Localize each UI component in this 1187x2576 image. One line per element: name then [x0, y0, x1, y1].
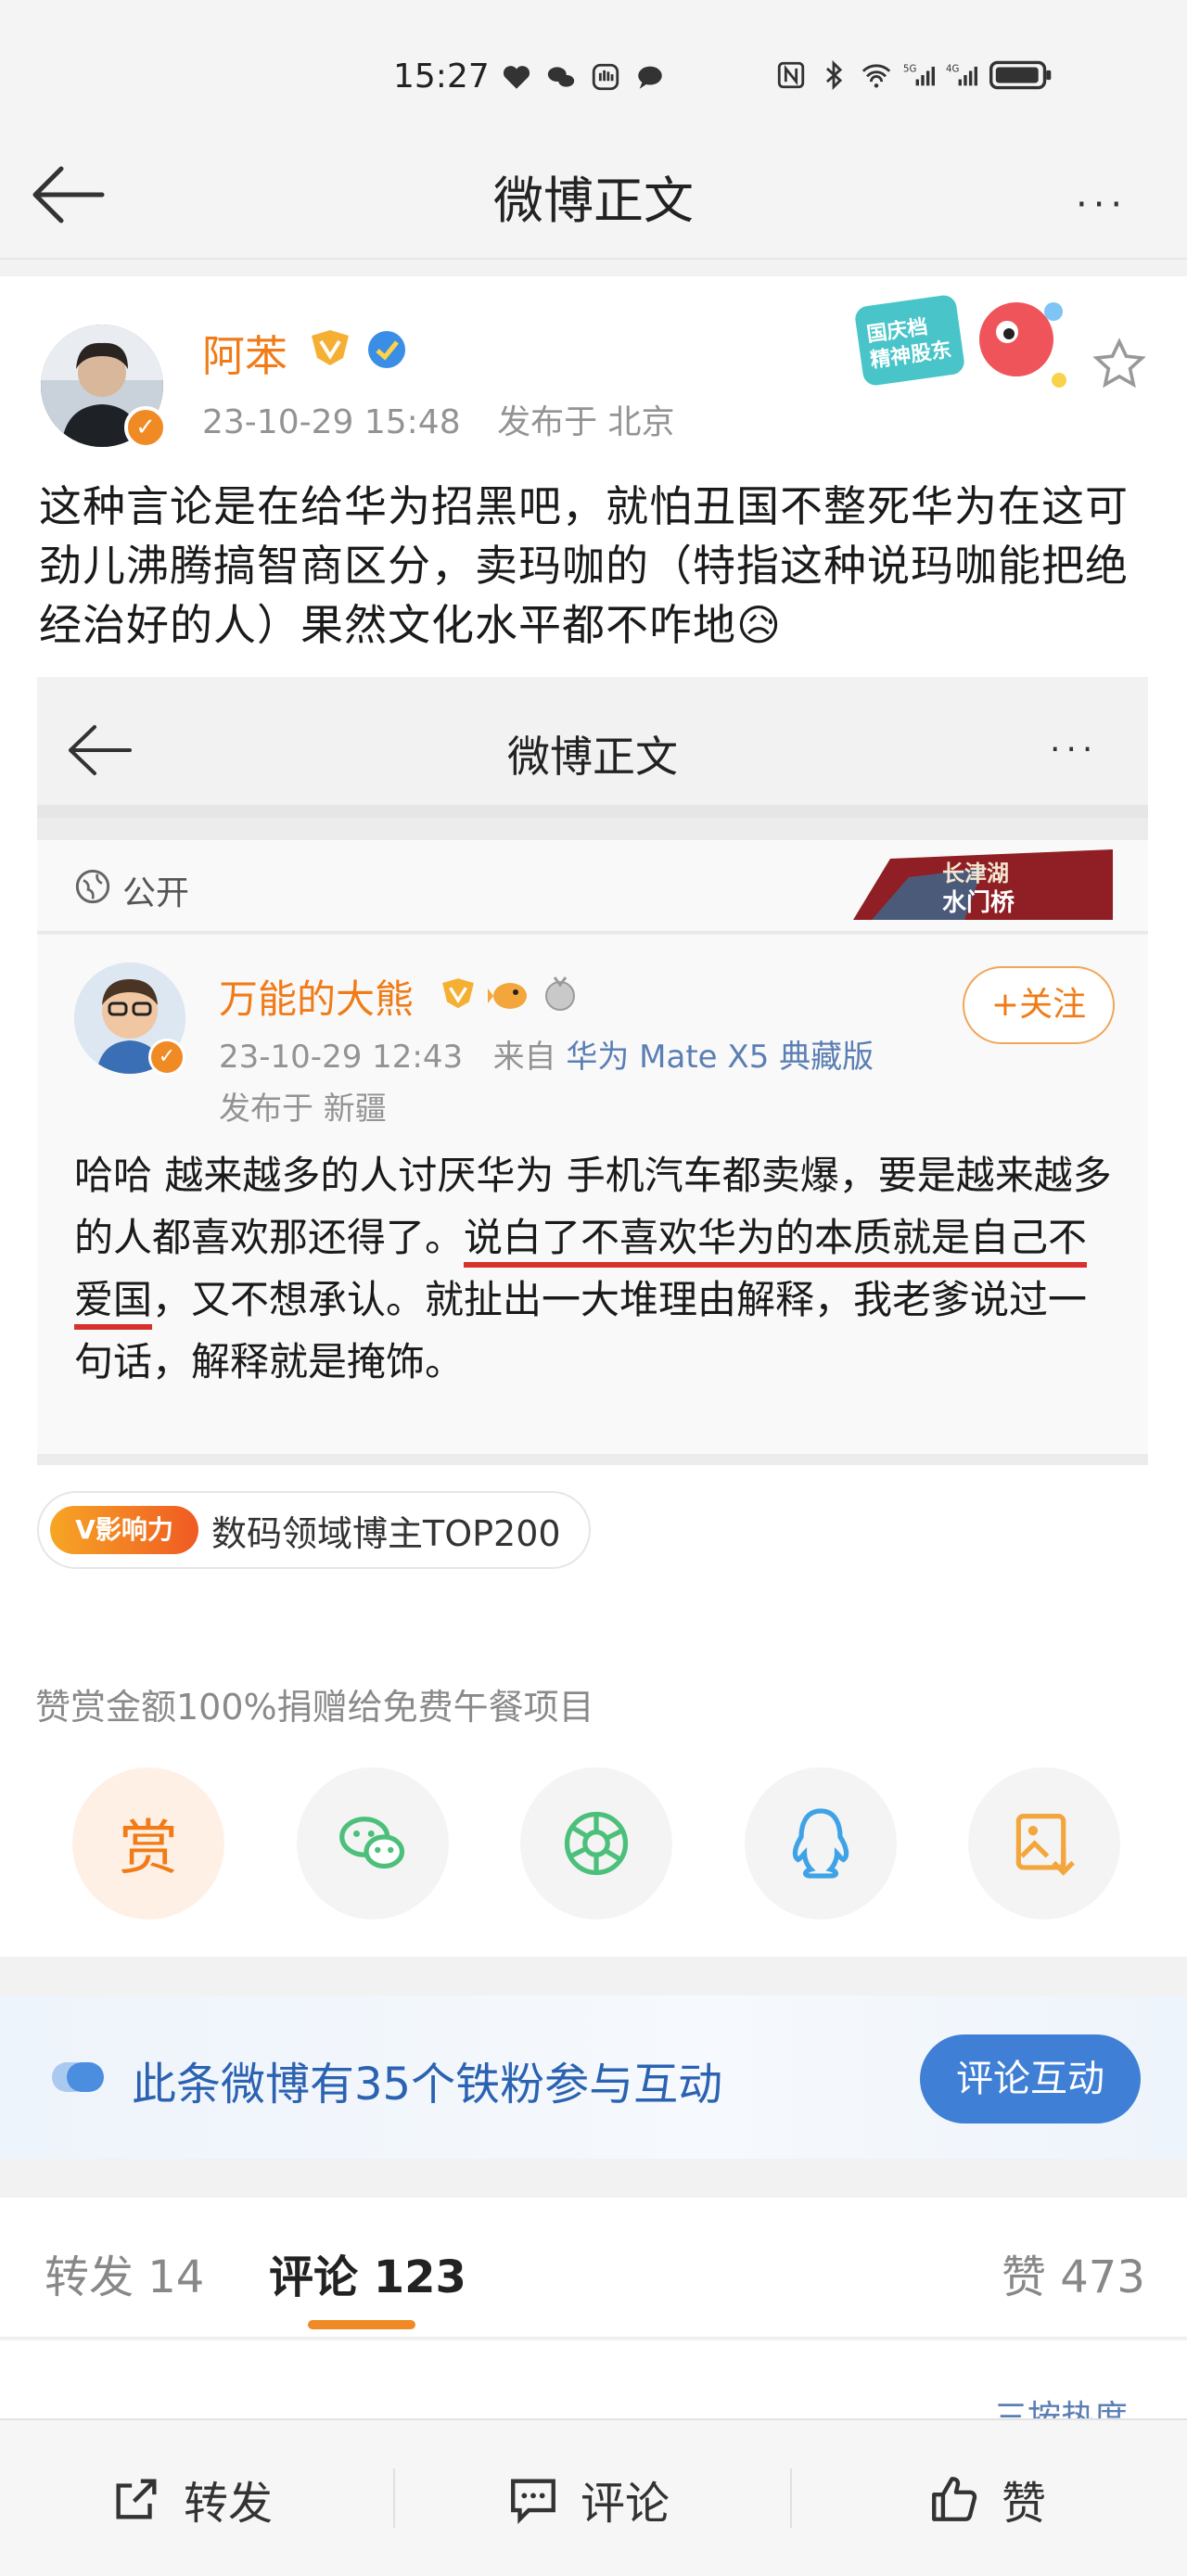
share-moments-button[interactable]	[520, 1767, 672, 1919]
nfc-icon	[777, 61, 805, 89]
comment-button[interactable]: 评论	[506, 2467, 670, 2531]
more-options-button[interactable]: ···	[1076, 184, 1128, 226]
signal-4g-icon: 4G	[946, 65, 977, 86]
reward-button[interactable]: 赏	[72, 1767, 224, 1919]
repost-icon	[116, 2479, 157, 2519]
status-right-icons: 5G 4G	[775, 59, 1053, 91]
signal-5g-icon: 5G	[903, 65, 935, 86]
moments-icon	[564, 1811, 629, 1876]
embedded-post-text: 哈哈 越来越多的人讨厌华为 手机汽车都卖爆，要是越来越多的人都喜欢那还得了。说白…	[74, 1144, 1113, 1393]
influence-tag[interactable]: V影响力 数码领域博主TOP200	[37, 1491, 591, 1569]
share-wechat-button[interactable]	[296, 1767, 449, 1919]
influence-text: 数码领域博主TOP200	[211, 1512, 561, 1554]
embedded-author-badges	[438, 976, 579, 1013]
verified-badge-icon: ✓	[124, 406, 167, 449]
bluetooth-icon	[825, 59, 843, 91]
embedded-more-icon: ···	[1050, 731, 1099, 769]
save-image-button[interactable]	[968, 1767, 1120, 1919]
embedded-title: 微博正文	[507, 732, 678, 782]
like-label: 赞	[1002, 2478, 1047, 2530]
reward-caption: 赞赏金额100%捐赠给免费午餐项目	[35, 1687, 594, 1728]
embedded-nav-bar: 微博正文 ···	[37, 677, 1148, 818]
bottom-divider	[790, 2468, 792, 2528]
weibo-post: ✓ 阿苯 23-10-29 15:48 发布于 北京 国庆档 精神股东 这种言论…	[0, 276, 1187, 1957]
post-text: 这种言论是在给华为招黑吧，就怕丑国不整死华为在这可劲儿沸腾搞智商区分，卖玛咖的（…	[39, 481, 1129, 650]
embedded-source-prefix: 来自	[492, 1039, 556, 1076]
favorite-star-icon[interactable]	[1091, 336, 1148, 393]
author-name[interactable]: 阿苯	[202, 323, 287, 384]
svg-text:4G: 4G	[946, 65, 959, 75]
embedded-author-name: 万能的大熊	[219, 976, 415, 1022]
blue-verified-icon[interactable]	[365, 328, 408, 371]
like-button[interactable]: 赞	[927, 2467, 1046, 2531]
battery-icon	[989, 60, 1052, 90]
fans-icon	[52, 2062, 104, 2092]
comment-label: 评论	[581, 2478, 670, 2530]
embedded-location: 发布于 新疆	[219, 1090, 387, 1128]
svg-text:水门桥: 水门桥	[942, 889, 1015, 917]
embedded-post: ✓ 万能的大熊 23-10-29 12:43 来自 华为 Mate X5 典藏版…	[37, 935, 1148, 1454]
post-location: 发布于 北京	[497, 403, 675, 441]
wechat-icon	[547, 67, 575, 87]
gold-badge-icon	[442, 978, 474, 1009]
embedded-screenshot[interactable]: 微博正文 ··· 公开 长津湖 水门桥 ✓ 万能的大熊 23-10-29 12:…	[37, 677, 1148, 1465]
tab-comment[interactable]: 评论 123	[269, 2240, 466, 2305]
share-qq-button[interactable]	[744, 1767, 897, 1919]
fans-interaction-bar: 此条微博有35个铁粉参与互动 评论互动	[0, 1996, 1187, 2159]
influence-badge: V影响力	[50, 1506, 198, 1554]
tab-repost[interactable]: 转发 14	[45, 2240, 204, 2305]
save-image-icon	[1015, 1814, 1075, 1876]
embedded-follow-button: +关注	[963, 966, 1115, 1044]
svg-text:5G: 5G	[903, 65, 916, 75]
bottom-action-bar: 转发 评论 赞	[0, 2418, 1187, 2576]
post-meta: 23-10-29 15:48 发布于 北京	[202, 395, 701, 443]
hand-icon	[592, 63, 619, 91]
embedded-visibility-row: 公开 长津湖 水门桥	[37, 840, 1148, 933]
repost-label: 转发	[184, 2478, 274, 2530]
thumbs-up-icon	[932, 2477, 977, 2521]
movie-banner-icon: 长津湖 水门桥	[853, 849, 1113, 920]
sort-toggle[interactable]: 三按热度	[994, 2391, 1128, 2418]
page-title: 微博正文	[493, 172, 694, 230]
globe-icon	[75, 869, 110, 904]
wifi-icon	[862, 64, 891, 88]
heart-icon	[503, 66, 530, 89]
embedded-verified-badge-icon: ✓	[148, 1039, 185, 1076]
pufferfish-icon	[488, 983, 527, 1009]
visibility-label: 公开	[122, 874, 190, 912]
chat-bubble-icon	[638, 66, 662, 89]
nav-bar: 微博正文 ···	[0, 130, 1187, 260]
svg-text:长津湖: 长津湖	[942, 861, 1009, 886]
post-date: 23-10-29 15:48	[202, 403, 461, 441]
bottom-divider	[393, 2468, 395, 2528]
active-tab-indicator	[308, 2320, 415, 2329]
comments-area: 三按热度	[0, 2340, 1187, 2418]
author-badges	[306, 328, 408, 371]
repost-button[interactable]: 转发	[109, 2467, 273, 2531]
status-bar: 15:27 5G 4G	[0, 0, 1187, 148]
post-tabs: 转发 14 评论 123 赞 473	[0, 2198, 1187, 2339]
comment-icon	[511, 2479, 555, 2525]
fans-text: 此条微博有35个铁粉参与互动	[132, 2059, 723, 2111]
silver-medal-icon	[545, 976, 575, 1011]
embedded-device: 华为 Mate X5 典藏版	[566, 1039, 874, 1076]
embedded-meta: 23-10-29 12:43 来自 华为 Mate X5 典藏版	[219, 1031, 874, 1077]
reward-icon: 赏	[119, 1815, 178, 1883]
tab-like[interactable]: 赞 473	[1002, 2240, 1145, 2305]
embedded-date: 23-10-29 12:43	[219, 1039, 464, 1076]
promo-badge-icon[interactable]: 国庆档 精神股东	[849, 287, 1072, 408]
share-row: 赏	[72, 1767, 1120, 1919]
qq-icon	[792, 1808, 849, 1879]
status-left-icons	[501, 61, 666, 93]
status-time: 15:27	[393, 57, 490, 96]
wechat-icon	[338, 1817, 404, 1869]
embedded-text-b: ，又不想承认。就扯出一大堆理由解释，我老爹说过一句话，解释就是掩饰。	[74, 1277, 1088, 1384]
gold-badge-icon[interactable]	[306, 328, 354, 369]
comment-interact-button[interactable]: 评论互动	[920, 2034, 1141, 2123]
